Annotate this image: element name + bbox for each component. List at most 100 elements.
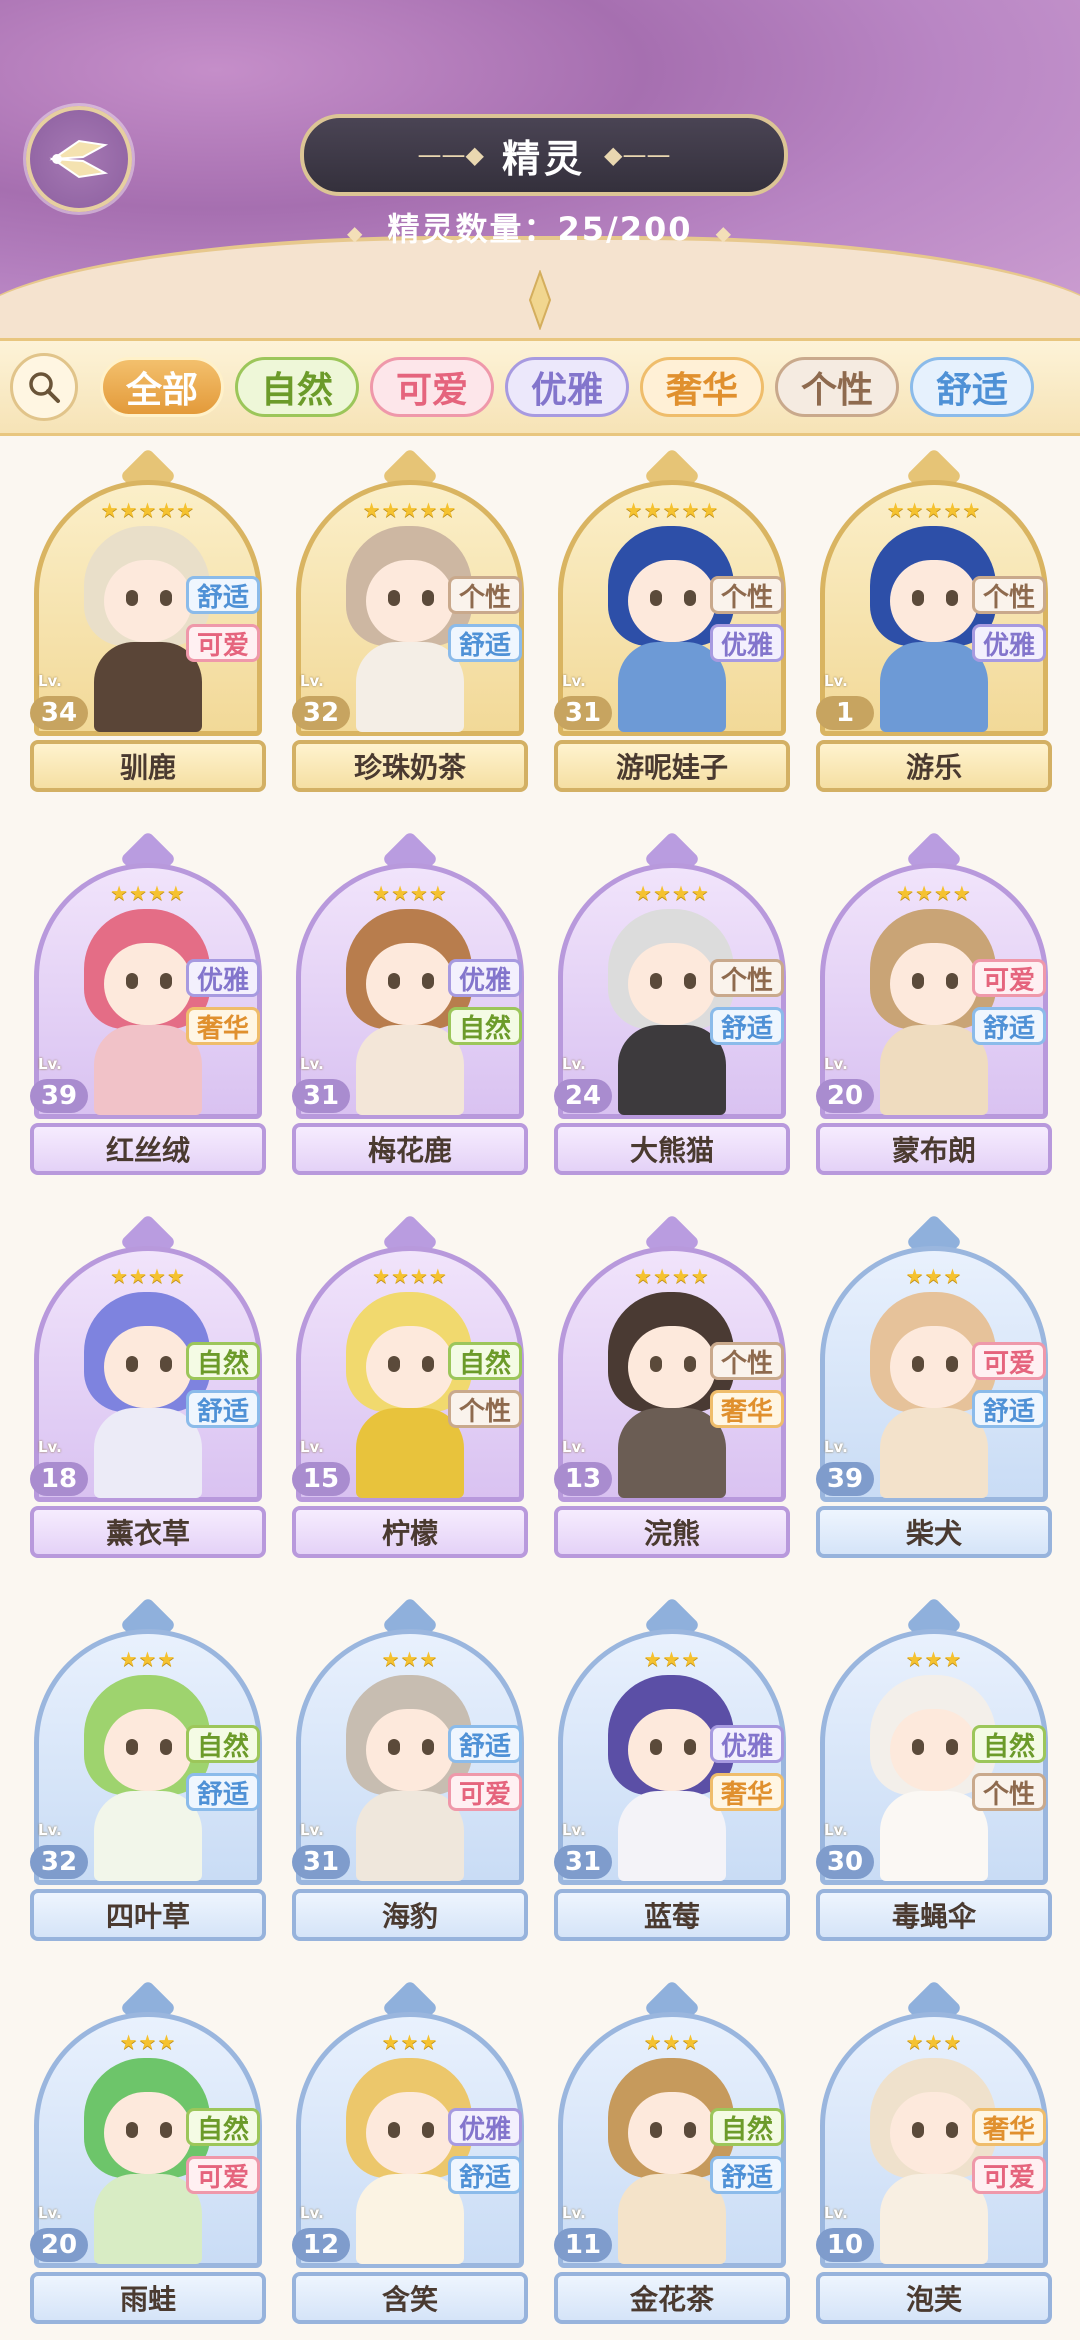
level-prefix: Lv. bbox=[562, 2204, 586, 2222]
spirit-card[interactable]: ★★★ 可爱 舒适 Lv. 39 柴犬 bbox=[816, 1206, 1052, 1566]
filter-chip-luxury[interactable]: 奢华 bbox=[640, 357, 764, 417]
spirit-card[interactable]: ★★★ 舒适 可爱 Lv. 31 海豹 bbox=[292, 1589, 528, 1949]
spirit-name: 梅花鹿 bbox=[292, 1123, 528, 1175]
spirit-card[interactable]: ★★★ 优雅 奢华 Lv. 31 蓝莓 bbox=[554, 1589, 790, 1949]
spirit-card[interactable]: ★★★ 自然 舒适 Lv. 11 金花茶 bbox=[554, 1972, 790, 2332]
level-prefix: Lv. bbox=[300, 672, 324, 690]
trait-tag: 奢华 bbox=[710, 1390, 784, 1428]
level-prefix: Lv. bbox=[824, 1821, 848, 1839]
filter-chip-comfort[interactable]: 舒适 bbox=[910, 357, 1034, 417]
filter-chip-nature[interactable]: 自然 bbox=[235, 357, 359, 417]
trait-tag: 自然 bbox=[448, 1007, 522, 1045]
filter-chip-cute[interactable]: 可爱 bbox=[370, 357, 494, 417]
portrait-eye-left bbox=[388, 590, 400, 606]
trait-tag: 个性 bbox=[972, 1773, 1046, 1811]
trait-tag: 舒适 bbox=[186, 576, 260, 614]
search-button[interactable] bbox=[10, 353, 78, 421]
trait-tag: 优雅 bbox=[186, 959, 260, 997]
trait-tag: 奢华 bbox=[710, 1773, 784, 1811]
level-prefix: Lv. bbox=[300, 1055, 324, 1073]
portrait-eye-left bbox=[126, 590, 138, 606]
portrait-face bbox=[104, 1326, 192, 1408]
level-prefix: Lv. bbox=[38, 2204, 62, 2222]
spirit-card[interactable]: ★★★ 自然 个性 Lv. 30 毒蝇伞 bbox=[816, 1589, 1052, 1949]
portrait-face bbox=[628, 560, 716, 642]
portrait-face bbox=[628, 943, 716, 1025]
portrait-face bbox=[890, 2092, 978, 2174]
spirit-card[interactable]: ★★★★ 个性 奢华 Lv. 13 浣熊 bbox=[554, 1206, 790, 1566]
spirit-card[interactable]: ★★★ 奢华 可爱 Lv. 10 泡芙 bbox=[816, 1972, 1052, 2332]
filter-chip-elegant[interactable]: 优雅 bbox=[505, 357, 629, 417]
spirit-name: 含笑 bbox=[292, 2272, 528, 2324]
portrait-eye-right bbox=[684, 590, 696, 606]
star-rating: ★★★★ bbox=[372, 1264, 448, 1288]
trait-tag: 个性 bbox=[710, 959, 784, 997]
spirit-card[interactable]: ★★★★★ 个性 优雅 Lv. 31 游呢娃子 bbox=[554, 440, 790, 800]
level-prefix: Lv. bbox=[824, 1438, 848, 1456]
level-prefix: Lv. bbox=[824, 2204, 848, 2222]
level-badge: 15 bbox=[292, 1462, 350, 1496]
portrait-eye-left bbox=[650, 1739, 662, 1755]
spirit-card[interactable]: ★★★★ 优雅 自然 Lv. 31 梅花鹿 bbox=[292, 823, 528, 1183]
spirit-card[interactable]: ★★★★ 个性 舒适 Lv. 24 大熊猫 bbox=[554, 823, 790, 1183]
page-title: 精灵 bbox=[501, 136, 586, 181]
spirit-card[interactable]: ★★★★ 自然 舒适 Lv. 18 薰衣草 bbox=[30, 1206, 266, 1566]
portrait-face bbox=[104, 943, 192, 1025]
portrait-eye-right bbox=[946, 973, 958, 989]
spirit-card[interactable]: ★★★★★ 个性 优雅 Lv. 1 游乐 bbox=[816, 440, 1052, 800]
spirit-card[interactable]: ★★★★ 可爱 舒适 Lv. 20 蒙布朗 bbox=[816, 823, 1052, 1183]
star-rating: ★★★★ bbox=[110, 1264, 186, 1288]
portrait-face bbox=[366, 943, 454, 1025]
level-prefix: Lv. bbox=[562, 1438, 586, 1456]
level-badge: 11 bbox=[554, 2228, 612, 2262]
star-rating: ★★★ bbox=[381, 2030, 439, 2054]
level-prefix: Lv. bbox=[38, 1438, 62, 1456]
trait-tag: 舒适 bbox=[186, 1390, 260, 1428]
filter-chip-individual[interactable]: 个性 bbox=[775, 357, 899, 417]
star-rating: ★★★★ bbox=[634, 1264, 710, 1288]
star-rating: ★★★★ bbox=[110, 881, 186, 905]
trait-tag: 舒适 bbox=[972, 1390, 1046, 1428]
spirit-name: 游乐 bbox=[816, 740, 1052, 792]
trait-tag: 个性 bbox=[448, 1390, 522, 1428]
filter-chip-all[interactable]: 全部 bbox=[100, 357, 224, 417]
trait-tag: 舒适 bbox=[710, 2156, 784, 2194]
spirit-card[interactable]: ★★★ 优雅 舒适 Lv. 12 含笑 bbox=[292, 1972, 528, 2332]
trait-tag: 舒适 bbox=[710, 1007, 784, 1045]
level-prefix: Lv. bbox=[300, 1821, 324, 1839]
star-rating: ★★★★★ bbox=[362, 498, 458, 522]
spirit-card[interactable]: ★★★ 自然 舒适 Lv. 32 四叶草 bbox=[30, 1589, 266, 1949]
spirit-name: 浣熊 bbox=[554, 1506, 790, 1558]
portrait-eye-left bbox=[650, 1356, 662, 1372]
spirit-card[interactable]: ★★★★★ 舒适 可爱 Lv. 34 驯鹿 bbox=[30, 440, 266, 800]
star-rating: ★★★ bbox=[905, 2030, 963, 2054]
trait-tag: 奢华 bbox=[186, 1007, 260, 1045]
spirit-count: ◆ 精灵数量：25/200 ◆ bbox=[0, 204, 1080, 250]
header-banner: ——◆ 精灵 ◆—— ◆ 精灵数量：25/200 ◆ bbox=[0, 0, 1080, 350]
portrait-face bbox=[366, 1709, 454, 1791]
trait-tag: 可爱 bbox=[186, 2156, 260, 2194]
star-rating: ★★★★★ bbox=[624, 498, 720, 522]
spirit-card[interactable]: ★★★★★ 个性 舒适 Lv. 32 珍珠奶茶 bbox=[292, 440, 528, 800]
portrait-eye-left bbox=[650, 973, 662, 989]
spirit-card[interactable]: ★★★★ 优雅 奢华 Lv. 39 红丝绒 bbox=[30, 823, 266, 1183]
back-button[interactable] bbox=[26, 106, 132, 212]
star-rating: ★★★ bbox=[119, 1647, 177, 1671]
spirit-card[interactable]: ★★★ 自然 可爱 Lv. 20 雨蛙 bbox=[30, 1972, 266, 2332]
portrait-face bbox=[890, 943, 978, 1025]
trait-tag: 自然 bbox=[186, 1725, 260, 1763]
trait-tag: 自然 bbox=[186, 2108, 260, 2146]
level-badge: 20 bbox=[816, 1079, 874, 1113]
trait-tag: 优雅 bbox=[448, 2108, 522, 2146]
spirit-name: 雨蛙 bbox=[30, 2272, 266, 2324]
level-prefix: Lv. bbox=[300, 1438, 324, 1456]
star-rating: ★★★★ bbox=[372, 881, 448, 905]
level-badge: 32 bbox=[30, 1845, 88, 1879]
trait-tag: 个性 bbox=[710, 1342, 784, 1380]
portrait-eye-left bbox=[650, 2122, 662, 2138]
spirit-card[interactable]: ★★★★ 自然 个性 Lv. 15 柠檬 bbox=[292, 1206, 528, 1566]
spirit-name: 泡芙 bbox=[816, 2272, 1052, 2324]
trait-tag: 优雅 bbox=[710, 1725, 784, 1763]
spirit-name: 蒙布朗 bbox=[816, 1123, 1052, 1175]
portrait-eye-right bbox=[684, 1356, 696, 1372]
